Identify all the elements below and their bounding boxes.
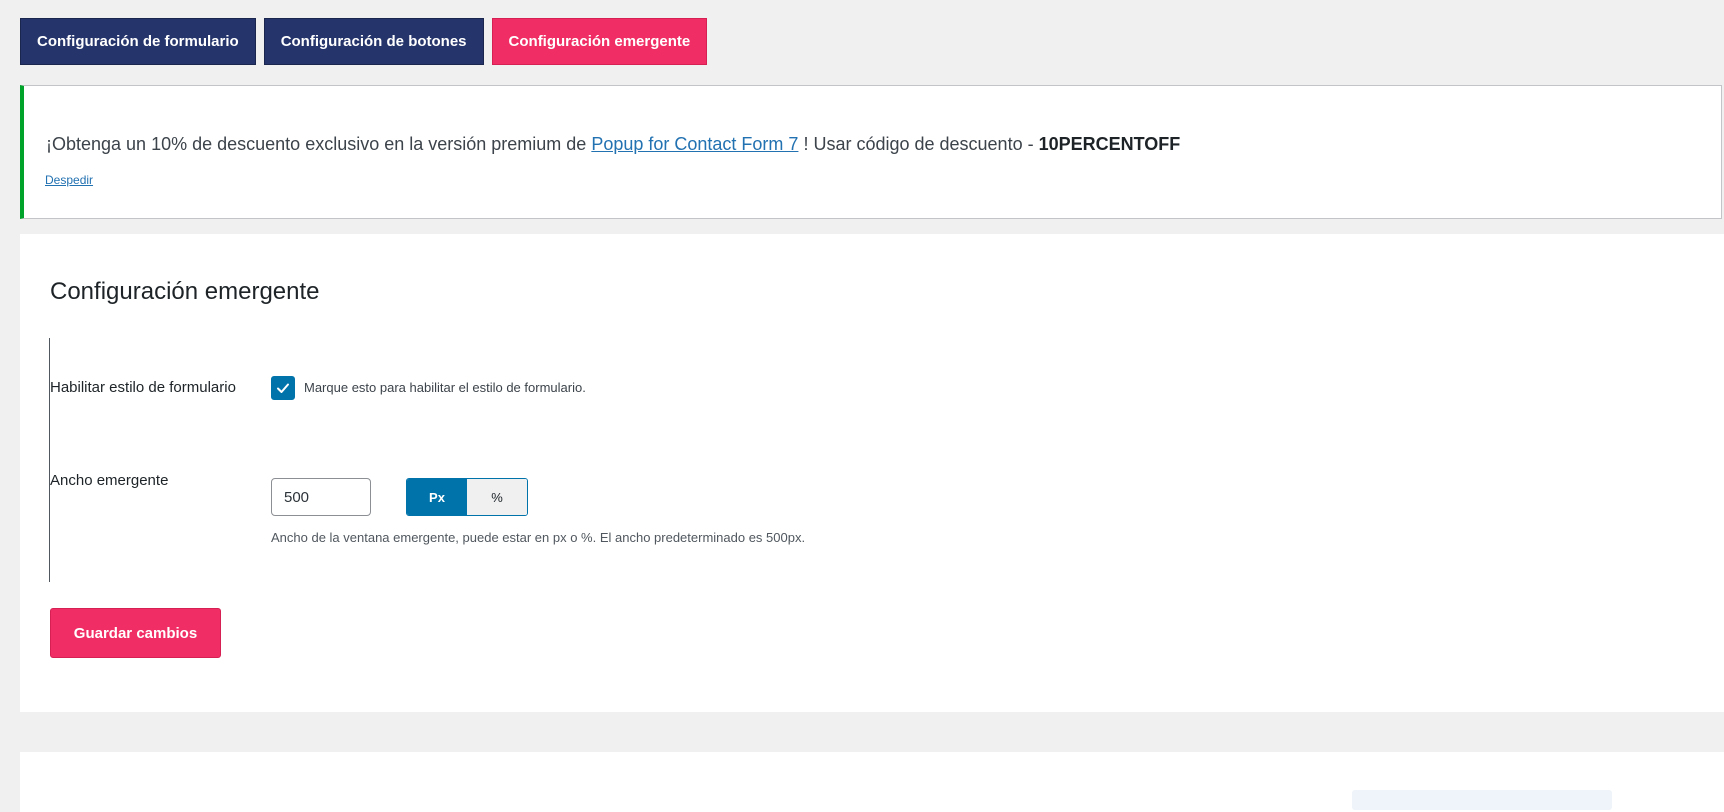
popup-width-label: Ancho emergente xyxy=(50,472,169,489)
next-settings-card xyxy=(20,752,1724,812)
faded-control xyxy=(1352,790,1612,810)
premium-plugin-link[interactable]: Popup for Contact Form 7 xyxy=(591,134,798,154)
save-changes-button[interactable]: Guardar cambios xyxy=(50,608,221,658)
promo-notice: ¡Obtenga un 10% de descuento exclusivo e… xyxy=(20,85,1722,219)
enable-form-style-description: Marque esto para habilitar el estilo de … xyxy=(304,380,586,395)
promo-text-after: ! Usar código de descuento - xyxy=(798,134,1039,154)
dismiss-link[interactable]: Despedir xyxy=(45,173,93,187)
popup-width-description: Ancho de la ventana emergente, puede est… xyxy=(271,530,806,545)
page-title: Configuración emergente xyxy=(50,278,320,305)
promo-text-before: ¡Obtenga un 10% de descuento exclusivo e… xyxy=(46,134,592,154)
unit-px-button[interactable]: Px xyxy=(407,479,467,515)
enable-form-style-checkbox[interactable] xyxy=(271,376,295,400)
checkmark-icon xyxy=(277,383,289,393)
width-unit-toggle: Px % xyxy=(406,478,528,516)
tab-button-settings[interactable]: Configuración de botones xyxy=(263,18,484,65)
tab-form-settings[interactable]: Configuración de formulario xyxy=(20,18,256,65)
unit-percent-button[interactable]: % xyxy=(467,479,527,515)
promo-notice-text: ¡Obtenga un 10% de descuento exclusivo e… xyxy=(46,134,1180,155)
tab-popup-settings[interactable]: Configuración emergente xyxy=(491,18,708,65)
discount-code: 10PERCENTOFF xyxy=(1038,134,1181,154)
popup-width-input[interactable] xyxy=(271,478,371,516)
settings-tabs: Configuración de formulario Configuració… xyxy=(20,18,708,65)
enable-form-style-label: Habilitar estilo de formulario xyxy=(50,379,236,396)
popup-settings-card: Configuración emergente Habilitar estilo… xyxy=(20,234,1724,712)
settings-form-table: Habilitar estilo de formulario Marque es… xyxy=(49,338,949,582)
